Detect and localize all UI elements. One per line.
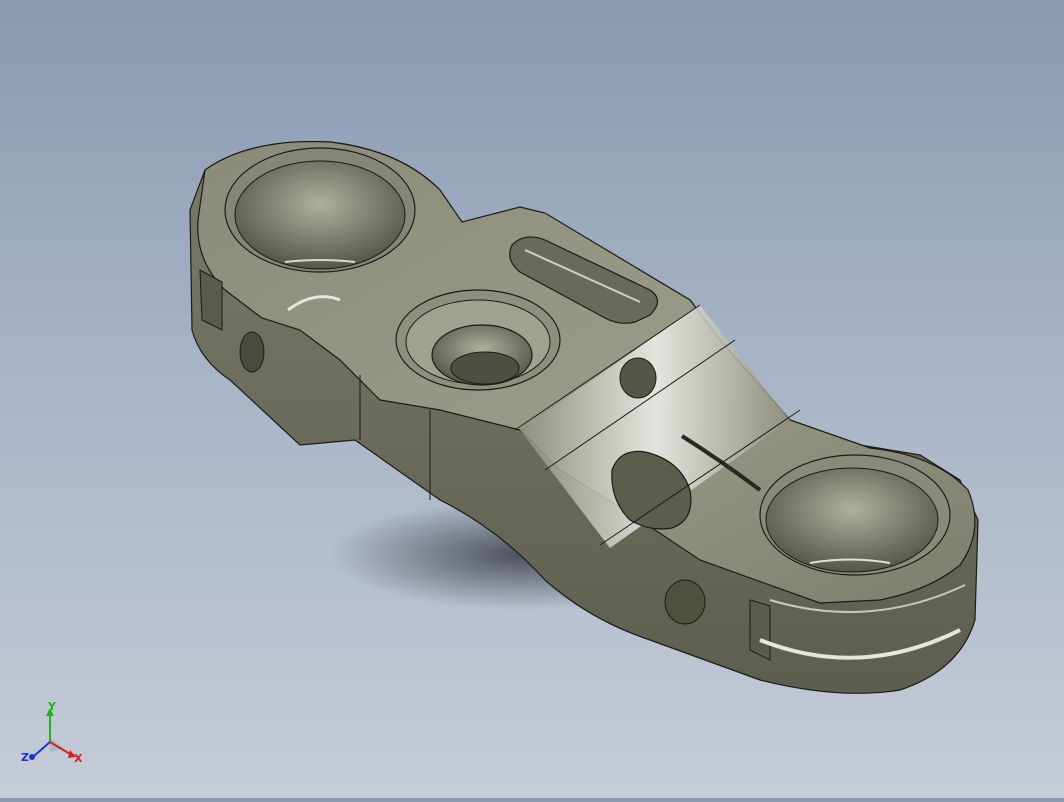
z-axis-label: Z [21,751,29,764]
part-model[interactable] [0,0,1064,798]
z-axis-line [33,741,51,757]
coordinate-triad: Y X Z [21,700,83,765]
right-clamp-slot [749,599,771,661]
x-axis-label: X [74,752,83,765]
graphics-viewport[interactable]: Y X Z [0,0,1064,798]
left-side-hole [239,331,265,373]
y-axis-label: Y [47,700,57,713]
right-side-hole [664,579,706,625]
top-small-hole [619,357,657,399]
